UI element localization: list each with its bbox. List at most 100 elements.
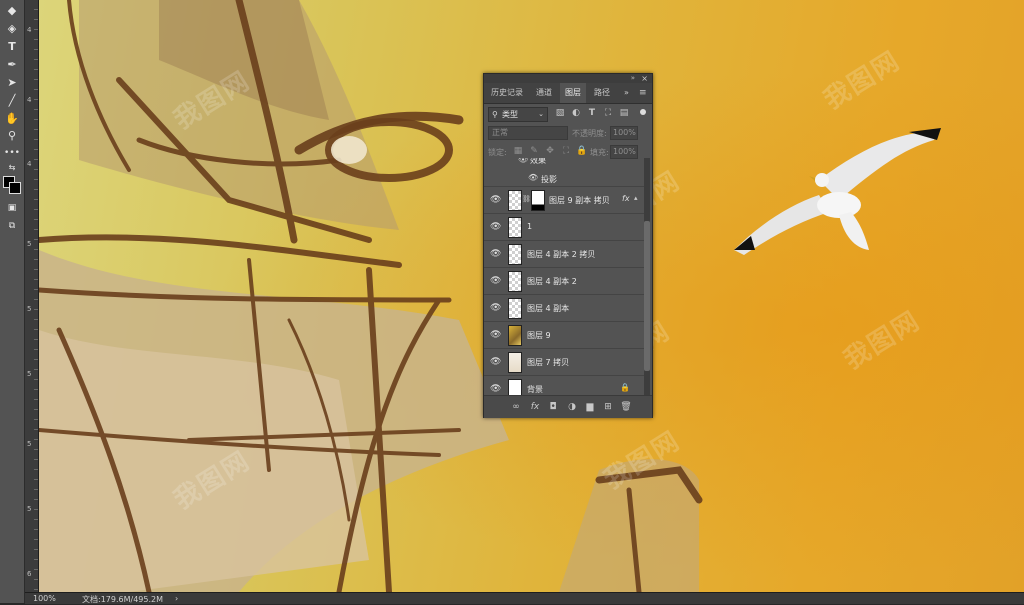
layer-thumbnail (508, 217, 522, 238)
ruler-label: 4 (27, 96, 32, 104)
path-selection-tool-icon[interactable]: ➤ (3, 74, 21, 90)
background-color-swatch[interactable] (9, 182, 21, 194)
eye-icon[interactable]: 👁 (518, 158, 528, 164)
eye-icon[interactable]: 👁 (490, 303, 501, 313)
eye-icon[interactable]: 👁 (490, 384, 501, 394)
lock-icon: 🔒 (620, 383, 630, 392)
layer-thumbnail (508, 271, 522, 292)
filter-adjustment-icon[interactable]: ◐ (570, 107, 582, 119)
panel-menu-icon[interactable]: ≡ (639, 88, 647, 98)
add-style-icon[interactable]: fx (529, 401, 541, 413)
ruler-label: 5 (27, 240, 32, 248)
blend-opacity-row: 正常 不透明度: 100% (484, 126, 652, 140)
layer-effects-row[interactable]: 👁 效果 (484, 158, 644, 171)
lock-artboard-icon[interactable]: ⛶ (560, 145, 572, 157)
collapse-icon[interactable]: » (631, 74, 635, 82)
blend-mode-select[interactable]: 正常 (488, 126, 568, 140)
filter-kind-select[interactable]: ⚲ 类型 ⌄ (488, 107, 548, 122)
layer-row[interactable]: 👁 背景 🔒 (484, 376, 644, 395)
tab-channels[interactable]: 通道 (531, 83, 557, 103)
opacity-value: 100% (613, 128, 636, 137)
eye-icon[interactable]: 👁 (490, 276, 501, 286)
filter-type-icon[interactable]: T (586, 107, 598, 119)
filter-shape-icon[interactable]: ⛶ (602, 107, 614, 119)
blend-mode-value: 正常 (492, 128, 508, 137)
tab-history[interactable]: 历史记录 (486, 83, 528, 103)
layer-name: 1 (527, 222, 533, 231)
eye-icon[interactable]: 👁 (490, 330, 501, 340)
layers-scrollbar[interactable] (644, 158, 650, 397)
layer-thumbnail (508, 298, 522, 319)
eye-icon[interactable]: 👁 (490, 195, 501, 205)
eye-icon[interactable]: 👁 (490, 249, 501, 259)
eye-icon[interactable]: 👁 (490, 357, 501, 367)
close-icon[interactable]: × (641, 74, 648, 83)
panel-tabs: 历史记录 通道 图层 路径 » ≡ (484, 83, 652, 104)
layer-row[interactable]: 👁 1 (484, 214, 644, 241)
status-arrow-icon[interactable]: › (175, 594, 178, 603)
filter-toggle-icon[interactable] (640, 109, 646, 115)
effect-drop-shadow-label: 投影 (541, 175, 557, 184)
eye-icon[interactable]: 👁 (528, 173, 538, 182)
link-layers-icon[interactable]: ∞ (510, 401, 522, 413)
layer-row[interactable]: 👁 图层 9 (484, 322, 644, 349)
layers-action-bar: ∞ fx ◘ ◑ ▆ ⊞ 🗑 (484, 395, 652, 418)
more-tabs-icon[interactable]: » (624, 88, 629, 97)
opacity-input[interactable]: 100% (610, 126, 638, 140)
type-tool-icon[interactable]: T (3, 38, 21, 54)
new-group-icon[interactable]: ▆ (584, 401, 596, 413)
pen-tool-icon[interactable]: ✒ (3, 56, 21, 72)
lock-position-icon[interactable]: ✥ (544, 145, 556, 157)
lock-image-icon[interactable]: ✎ (528, 145, 540, 157)
lock-fill-row: 锁定: ▦ ✎ ✥ ⛶ 🔒 填充: 100% (484, 145, 652, 159)
layer-mask-thumbnail[interactable] (531, 190, 545, 211)
lock-all-icon[interactable]: 🔒 (576, 145, 588, 157)
filter-kind-label: 类型 (502, 110, 518, 119)
effects-label: 效果 (530, 158, 546, 165)
swap-colors-icon[interactable]: ⇆ (3, 160, 21, 176)
layer-row[interactable]: 👁 图层 4 副本 2 (484, 268, 644, 295)
layer-row[interactable]: 👁 图层 4 副本 (484, 295, 644, 322)
paint-bucket-tool-icon[interactable]: ◈ (3, 20, 21, 36)
screen-mode-icon[interactable]: ⧉ (3, 218, 21, 234)
lock-label: 锁定: (488, 148, 507, 157)
link-icon: ⛓ (522, 195, 531, 203)
expand-effects-icon[interactable]: ▴ (634, 194, 638, 202)
scrollbar-thumb[interactable] (644, 221, 650, 371)
ruler-label: 5 (27, 305, 32, 313)
search-icon: ⚲ (492, 110, 498, 119)
status-bar: 100% 文档:179.6M/495.2M › (25, 592, 1024, 604)
layer-effect-item[interactable]: 👁 投影 (484, 171, 644, 187)
fx-badge[interactable]: fx (622, 194, 630, 203)
layers-panel: » × 历史记录 通道 图层 路径 » ≡ ⚲ 类型 ⌄ ▧ ◐ T ⛶ ▤ 正… (483, 73, 653, 418)
layer-name: 图层 4 副本 2 拷贝 (527, 250, 596, 259)
layer-row[interactable]: 👁 图层 7 拷贝 (484, 349, 644, 376)
filter-smart-object-icon[interactable]: ▤ (618, 107, 630, 119)
layer-row[interactable]: 👁 ⛓ 图层 9 副本 拷贝 fx ▴ (484, 187, 644, 214)
eye-icon[interactable]: 👁 (490, 222, 501, 232)
chevron-down-icon: ⌄ (538, 110, 544, 118)
lock-transparent-icon[interactable]: ▦ (512, 145, 524, 157)
eraser-tool-icon[interactable]: ◆ (3, 2, 21, 18)
more-tools-icon[interactable]: ••• (3, 145, 21, 161)
tab-layers[interactable]: 图层 (560, 83, 586, 103)
adjustment-layer-icon[interactable]: ◑ (566, 401, 578, 413)
new-layer-icon[interactable]: ⊞ (602, 401, 614, 413)
ruler-label: 5 (27, 505, 32, 513)
tab-paths[interactable]: 路径 (589, 83, 615, 103)
line-tool-icon[interactable]: ╱ (3, 92, 21, 108)
ruler-label: 6 (27, 570, 32, 578)
quick-mask-icon[interactable]: ▣ (3, 200, 21, 216)
zoom-tool-icon[interactable]: ⚲ (3, 127, 21, 143)
zoom-level[interactable]: 100% (33, 594, 56, 603)
hand-tool-icon[interactable]: ✋ (3, 110, 21, 126)
layer-row[interactable]: 👁 图层 4 副本 2 拷贝 (484, 241, 644, 268)
filter-pixel-icon[interactable]: ▧ (554, 107, 566, 119)
panel-title-bar[interactable]: » × (484, 74, 652, 83)
fill-input[interactable]: 100% (610, 145, 638, 159)
ruler-label: 5 (27, 370, 32, 378)
add-mask-icon[interactable]: ◘ (547, 401, 559, 413)
trash-icon[interactable]: 🗑 (620, 401, 632, 413)
fill-value: 100% (613, 147, 636, 156)
tools-panel: ◆ ◈ T ✒ ➤ ╱ ✋ ⚲ ••• ⇆ ▣ ⧉ (0, 0, 25, 603)
